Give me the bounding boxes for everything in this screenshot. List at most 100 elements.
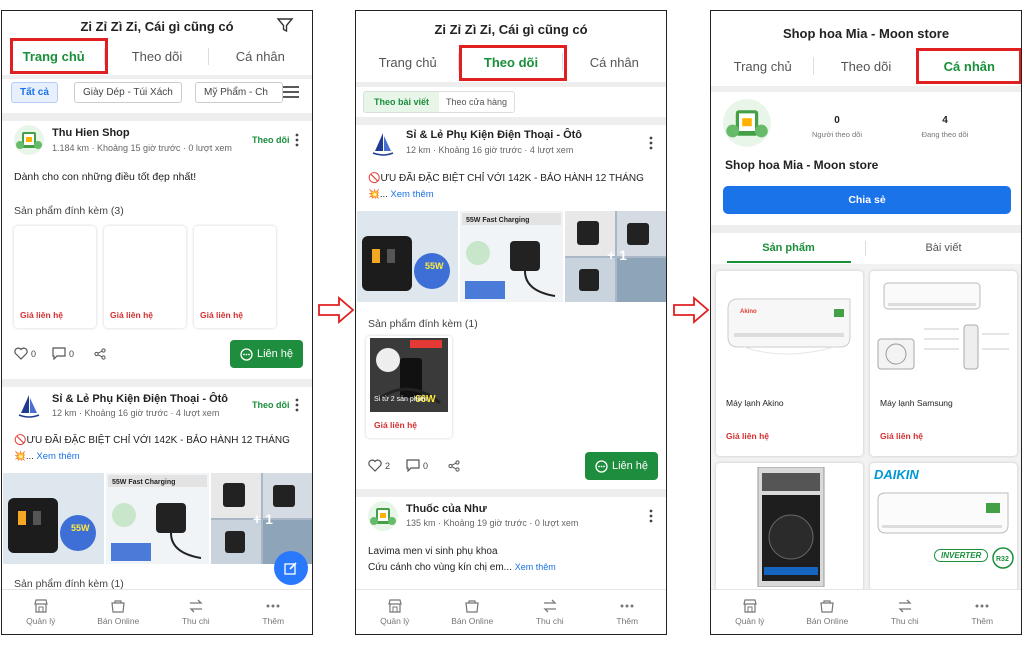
see-more-link[interactable]: Xem thêm	[36, 451, 79, 462]
nav-manage[interactable]: Quản lý	[356, 590, 434, 634]
tab-home[interactable]: Trang chủ	[711, 48, 815, 84]
post-image[interactable]: + 1	[211, 473, 312, 564]
like-button[interactable]: 0	[14, 347, 36, 360]
product-card[interactable]: Giá liên hệ	[14, 226, 96, 328]
post-image[interactable]: 55W Fast Charging	[460, 211, 563, 302]
tab-home-label: Trang chủ	[733, 58, 792, 74]
follow-button[interactable]: Theo dõi	[252, 400, 290, 410]
share-icon[interactable]	[448, 460, 460, 472]
product-card[interactable]: Akino Máy lạnh Akino Giá liên hệ	[716, 271, 863, 456]
nav-online-sales[interactable]: Bán Online	[434, 590, 512, 634]
svg-text:55W Fast Charging: 55W Fast Charging	[466, 217, 529, 224]
see-more-link[interactable]: Xem thêm	[515, 562, 556, 572]
nav-label: Quản lý	[735, 616, 765, 626]
nav-cashflow[interactable]: Thu chi	[866, 590, 944, 634]
share-icon[interactable]	[94, 348, 106, 360]
nav-label: Bán Online	[451, 616, 494, 626]
shop-avatar[interactable]	[368, 501, 398, 531]
tab-following[interactable]: Theo dõi	[814, 48, 918, 84]
like-button[interactable]: 2	[368, 459, 390, 472]
contact-label: Liên hệ	[256, 348, 294, 360]
subtab-posts[interactable]: Bài viết	[866, 233, 1021, 263]
nav-cashflow[interactable]: Thu chi	[157, 590, 235, 634]
nav-more[interactable]: Thêm	[944, 590, 1022, 634]
product-name: Máy lạnh Akino	[726, 398, 784, 408]
tab-home[interactable]: Trang chủ	[356, 44, 460, 80]
nav-online-sales[interactable]: Bán Online	[789, 590, 867, 634]
svg-text:55W Fast Charging: 55W Fast Charging	[112, 479, 175, 486]
shop-name[interactable]: Sỉ & Lẻ Phụ Kiện Điện Thoại - Ôtô	[52, 393, 228, 405]
followers-count[interactable]: 0	[797, 115, 877, 126]
shop-avatar[interactable]	[14, 391, 44, 421]
product-card[interactable]: Máy lạnh Samsung Giá liên hệ	[870, 271, 1017, 456]
store-icon	[387, 599, 402, 613]
see-more-link[interactable]: Xem thêm	[390, 189, 433, 200]
shop-icon	[111, 600, 125, 613]
share-store-button[interactable]: Chia sẻ	[723, 186, 1011, 214]
store-icon	[33, 599, 48, 613]
subtab-by-post[interactable]: Theo bài viết	[364, 92, 439, 112]
menu-icon[interactable]	[283, 86, 299, 98]
divider	[711, 86, 1021, 92]
nav-label: Bán Online	[97, 616, 140, 626]
shop-name[interactable]: Thuốc của Như	[406, 503, 487, 515]
comment-button[interactable]: 0	[406, 459, 428, 472]
create-post-button[interactable]	[274, 551, 308, 585]
divider	[711, 225, 1021, 233]
product-card[interactable]: Giá liên hệ	[104, 226, 186, 328]
filter-chip-shoes-bags[interactable]: Giày Dép - Túi Xách	[74, 82, 182, 103]
product-price: Giá liên hệ	[20, 310, 63, 320]
shop-avatar[interactable]	[14, 125, 44, 155]
more-options-icon[interactable]	[649, 509, 653, 523]
product-image: Akino	[727, 298, 851, 355]
nav-cashflow[interactable]: Thu chi	[511, 590, 589, 634]
shop-icon	[465, 600, 479, 613]
subtab-products[interactable]: Sản phẩm	[711, 233, 866, 263]
nav-manage[interactable]: Quản lý	[711, 590, 789, 634]
product-card[interactable]: Giá liên hệ	[194, 226, 276, 328]
comment-button[interactable]: 0	[52, 347, 74, 360]
tab-following[interactable]: Theo dõi	[105, 39, 209, 73]
nav-more[interactable]: Thêm	[235, 590, 313, 634]
shop-avatar[interactable]	[368, 129, 398, 159]
nav-label: Thêm	[616, 616, 639, 626]
sparkle-icon: 💥	[368, 189, 380, 200]
product-card[interactable]: 66W Sỉ từ 2 sản phẩm Giá liên hệ	[366, 336, 452, 438]
follow-button[interactable]: Theo dõi	[252, 135, 290, 145]
nav-online-sales[interactable]: Bán Online	[80, 590, 158, 634]
filter-icon[interactable]	[276, 16, 294, 34]
post-image[interactable]: 55W	[357, 211, 458, 302]
divider	[2, 379, 312, 387]
prohibited-icon: 🚫	[368, 173, 381, 184]
screen-home: Zi Zỉ Zì Zi, Cái gì cũng có Trang chủ Th…	[1, 10, 313, 635]
nav-manage[interactable]: Quản lý	[2, 590, 80, 634]
tab-personal[interactable]: Cá nhân	[563, 44, 666, 80]
shop-icon	[820, 600, 834, 613]
product-card[interactable]: DAIKIN INVERTER R32	[870, 463, 1017, 591]
follow-mode-toggle: Theo bài viết Theo cửa hàng	[363, 91, 515, 113]
more-options-icon[interactable]	[295, 133, 299, 147]
following-count[interactable]: 4	[905, 115, 985, 126]
shop-name[interactable]: Thu Hien Shop	[52, 127, 130, 139]
shop-name[interactable]: Sỉ & Lẻ Phụ Kiện Điện Thoại - Ôtô	[406, 129, 582, 141]
contact-button[interactable]: Liên hệ	[230, 340, 303, 368]
flow-arrow-icon	[673, 296, 710, 324]
filter-chip-cosmetics[interactable]: Mỹ Phẩm - Ch	[195, 82, 283, 103]
product-card[interactable]	[716, 463, 863, 591]
filter-chip-all[interactable]: Tất cả	[11, 82, 58, 103]
nav-more[interactable]: Thêm	[589, 590, 667, 634]
divider	[356, 82, 666, 87]
store-avatar[interactable]	[723, 99, 771, 147]
tab-following-label: Theo dõi	[840, 58, 892, 74]
subtab-by-store[interactable]: Theo cửa hàng	[439, 92, 514, 112]
attached-products-label: Sản phẩm đính kèm (3)	[14, 205, 124, 217]
more-options-icon[interactable]	[649, 136, 653, 150]
post-image[interactable]: + 1	[565, 211, 666, 302]
more-options-icon[interactable]	[295, 398, 299, 412]
post-image[interactable]: 55W	[3, 473, 104, 564]
brand-logo: DAIKIN	[874, 467, 919, 482]
post-image[interactable]: 55W Fast Charging	[106, 473, 209, 564]
tab-personal[interactable]: Cá nhân	[209, 39, 312, 73]
contact-button[interactable]: Liên hệ	[585, 452, 658, 480]
nav-label: Quản lý	[26, 616, 56, 626]
